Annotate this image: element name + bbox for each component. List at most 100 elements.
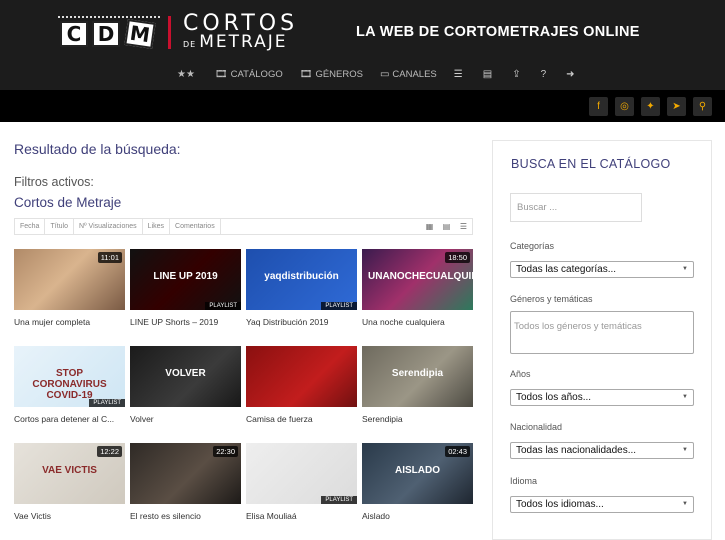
video-title[interactable]: Una mujer completa [14, 317, 125, 327]
telegram-icon[interactable]: ➤ [667, 97, 686, 116]
video-card[interactable]: VAE VICTIS 12:22 Vae Victis [14, 443, 125, 521]
nav-help[interactable]: ? [541, 69, 550, 80]
genres-input[interactable]: Todos los géneros y temáticas [510, 311, 694, 354]
nav-label-catalogo: CATÁLOGO [230, 68, 283, 80]
facebook-icon[interactable]: f [589, 97, 608, 116]
video-thumbnail[interactable]: Serendipia [362, 346, 473, 407]
video-title[interactable]: LINE UP Shorts – 2019 [130, 317, 241, 327]
video-card[interactable]: VOLVER Volver [130, 346, 241, 424]
list-view-icon[interactable]: ☰ [455, 219, 472, 234]
video-card[interactable]: STOP CORONAVIRUS COVID-19 PLAYLIST Cortos … [14, 346, 125, 424]
video-thumbnail[interactable]: UNANOCHECUALQUIERA 18:50 [362, 249, 473, 310]
search-input[interactable]: Buscar ... [510, 193, 642, 222]
nav-list[interactable]: ☰ [454, 69, 466, 80]
video-thumbnail[interactable]: 22:30 [130, 443, 241, 504]
sign-out-icon: ➜ [566, 68, 575, 80]
nationality-select[interactable]: Todas las nacionalidades... ▼ [510, 442, 694, 459]
nav-stars[interactable]: ★★ [177, 69, 198, 80]
video-title[interactable]: Aislado [362, 511, 473, 521]
video-title[interactable]: Volver [130, 414, 241, 424]
thumbnail-text: Serendipia [391, 368, 444, 379]
video-card[interactable]: LINE UP 2019 PLAYLIST LINE UP Shorts – 201… [130, 249, 241, 327]
video-thumbnail[interactable]: VOLVER [130, 346, 241, 407]
duration-badge: 18:50 [445, 252, 470, 263]
nav-catalogo[interactable]: 🎞 CATÁLOGO [215, 69, 283, 80]
years-select[interactable]: Todos los años... ▼ [510, 389, 694, 406]
chevron-down-icon: ▼ [682, 447, 688, 453]
video-thumbnail[interactable]: LINE UP 2019 PLAYLIST [130, 249, 241, 310]
nav-label-canales: CANALES [392, 68, 437, 80]
categories-value: Todas las categorías... [516, 264, 617, 275]
playlist-badge: PLAYLIST [89, 399, 125, 407]
video-card[interactable]: Serendipia Serendipia [362, 346, 473, 424]
sort-bar: Fecha Título Nº Visualizaciones Likes Co… [14, 218, 473, 235]
video-card[interactable]: 11:01 Una mujer completa [14, 249, 125, 327]
nav-logout[interactable]: ➜ [566, 69, 577, 80]
language-select[interactable]: Todos los idiomas... ▼ [510, 496, 694, 513]
duration-badge: 11:01 [97, 252, 122, 263]
stars-icon: ★★ [177, 68, 195, 80]
nav-generos[interactable]: 🎞 GÉNEROS [300, 69, 363, 80]
playlist-badge: PLAYLIST [321, 302, 357, 310]
video-card[interactable]: yaqdistribución PLAYLIST Yaq Distribución … [246, 249, 357, 327]
video-card[interactable]: UNANOCHECUALQUIERA 18:50 Una noche cualqui… [362, 249, 473, 327]
grid-small-icon[interactable]: ▤ [438, 219, 455, 234]
logo-letter-c: C [60, 21, 88, 47]
active-filter[interactable]: Cortos de Metraje [14, 195, 121, 210]
video-title[interactable]: Cortos para detener al C... [14, 414, 125, 424]
video-title[interactable]: Vae Victis [14, 511, 125, 521]
thumbnail-text: UNANOCHECUALQUIERA [368, 271, 473, 282]
sort-comentarios[interactable]: Comentarios [170, 219, 221, 234]
sort-fecha[interactable]: Fecha [15, 219, 46, 234]
cdm-logo[interactable]: C D M [58, 13, 160, 53]
thumbnail-text: AISLADO [395, 465, 440, 476]
sort-titulo[interactable]: Título [45, 219, 74, 234]
language-value: Todos los idiomas... [516, 499, 604, 510]
nationality-value: Todas las nacionalidades... [516, 445, 637, 456]
film-strip-decoration [58, 16, 160, 20]
video-card[interactable]: Camisa de fuerza [246, 346, 357, 424]
video-title[interactable]: Camisa de fuerza [246, 414, 357, 424]
video-title[interactable]: Elisa Mouliaá [246, 511, 357, 521]
logo-letter-d: D [92, 21, 120, 47]
page-title: Resultado de la búsqueda: [14, 141, 181, 157]
sort-likes[interactable]: Likes [143, 219, 171, 234]
video-thumbnail[interactable]: AISLADO 02:43 [362, 443, 473, 504]
video-thumbnail[interactable]: PLAYLIST [246, 443, 357, 504]
sort-visualizaciones[interactable]: Nº Visualizaciones [74, 219, 143, 234]
nav-label-generos: GÉNEROS [315, 68, 363, 80]
thumbnail-text: STOP CORONAVIRUS COVID-19 [32, 368, 107, 401]
video-thumbnail[interactable]: 11:01 [14, 249, 125, 310]
years-value: Todos los años... [516, 392, 592, 403]
video-thumbnail[interactable]: STOP CORONAVIRUS COVID-19 PLAYLIST [14, 346, 125, 407]
video-thumbnail[interactable] [246, 346, 357, 407]
nav-upload[interactable]: ⇪ [512, 69, 523, 80]
monitor-icon: ▭ [379, 68, 390, 80]
instagram-icon[interactable]: ◎ [615, 97, 634, 116]
video-title[interactable]: El resto es silencio [130, 511, 241, 521]
video-title[interactable]: Una noche cualquiera [362, 317, 473, 327]
logo-letter-m: M [124, 19, 156, 49]
video-thumbnail[interactable]: yaqdistribución PLAYLIST [246, 249, 357, 310]
search-icon[interactable]: ⚲ [693, 97, 712, 116]
categories-select[interactable]: Todas las categorías... ▼ [510, 261, 694, 278]
video-card[interactable]: AISLADO 02:43 Aislado [362, 443, 473, 521]
question-icon: ? [540, 68, 547, 80]
thumbnail-text: LINE UP 2019 [153, 271, 218, 282]
video-title[interactable]: Yaq Distribución 2019 [246, 317, 357, 327]
video-card[interactable]: 22:30 El resto es silencio [130, 443, 241, 521]
video-thumbnail[interactable]: VAE VICTIS 12:22 [14, 443, 125, 504]
duration-badge: 12:22 [97, 446, 122, 457]
playlist-badge: PLAYLIST [205, 302, 241, 310]
twitter-icon[interactable]: ✦ [641, 97, 660, 116]
chevron-down-icon: ▼ [682, 394, 688, 400]
thumbnail-text: VAE VICTIS [42, 465, 97, 476]
nav-card[interactable]: ▤ [483, 69, 495, 80]
grid-large-icon[interactable]: ▦ [421, 219, 438, 234]
nav-canales[interactable]: ▭ CANALES [380, 69, 437, 80]
duration-badge: 02:43 [445, 446, 470, 457]
video-title[interactable]: Serendipia [362, 414, 473, 424]
genres-label: Géneros y temáticas [510, 294, 593, 304]
video-card[interactable]: PLAYLIST Elisa Mouliaá [246, 443, 357, 521]
site-header: C D M CORTOS DE METRAJE LA WEB DE CORTOME… [0, 0, 725, 90]
